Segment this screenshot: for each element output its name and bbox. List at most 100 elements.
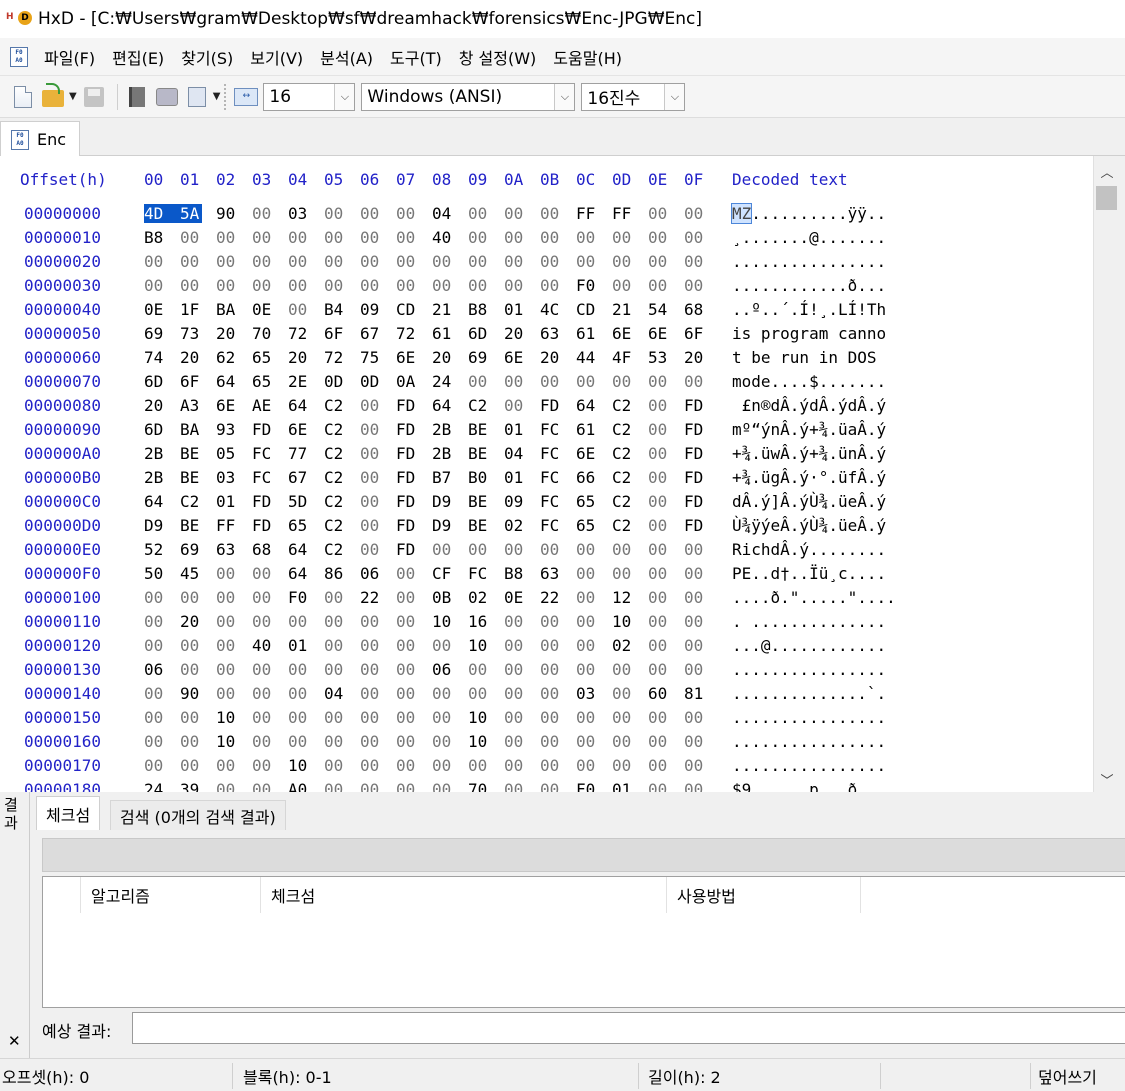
hex-byte[interactable]: 22 xyxy=(540,588,562,607)
decoded-text[interactable]: +¾.ügÂ.ý·°.üfÂ.ý xyxy=(732,468,886,487)
hex-byte[interactable]: 00 xyxy=(288,252,310,271)
hex-byte[interactable]: 00 xyxy=(504,660,526,679)
hex-byte[interactable]: 20 xyxy=(504,324,526,343)
hex-byte[interactable]: 00 xyxy=(684,708,706,727)
hex-byte[interactable]: 00 xyxy=(612,684,634,703)
hex-byte[interactable]: 64 xyxy=(144,492,166,511)
column-header-algorithm[interactable]: 알고리즘 xyxy=(81,877,261,913)
hex-byte[interactable]: B8 xyxy=(144,228,166,247)
hex-byte[interactable]: BE xyxy=(468,420,490,439)
hex-byte[interactable]: 00 xyxy=(252,564,274,583)
hex-byte[interactable]: 64 xyxy=(288,540,310,559)
hex-byte[interactable]: 00 xyxy=(360,756,382,775)
decoded-text[interactable]: ................ xyxy=(732,756,886,775)
hex-byte[interactable]: 00 xyxy=(144,756,166,775)
hex-byte[interactable]: 20 xyxy=(216,324,238,343)
hex-byte[interactable]: 10 xyxy=(216,732,238,751)
menu-view[interactable]: 보기(V) xyxy=(242,45,312,69)
hex-byte[interactable]: 00 xyxy=(144,588,166,607)
hex-byte[interactable]: BE xyxy=(180,468,202,487)
hex-byte[interactable]: 00 xyxy=(540,708,562,727)
hex-byte[interactable]: 65 xyxy=(288,516,310,535)
hex-byte[interactable]: 00 xyxy=(252,756,274,775)
hex-byte[interactable]: 06 xyxy=(144,660,166,679)
hex-byte[interactable]: 00 xyxy=(324,636,346,655)
hex-byte[interactable]: 81 xyxy=(684,684,706,703)
decoded-text[interactable]: mode....$....... xyxy=(732,372,886,391)
hex-byte[interactable]: 00 xyxy=(144,732,166,751)
hex-byte[interactable]: 86 xyxy=(324,564,346,583)
hex-byte[interactable]: 00 xyxy=(216,660,238,679)
hex-byte[interactable]: 00 xyxy=(540,660,562,679)
tab-checksum[interactable]: 체크섬 xyxy=(36,796,101,830)
hex-byte[interactable]: 00 xyxy=(288,300,310,319)
hex-byte[interactable]: 00 xyxy=(360,492,382,511)
hex-byte[interactable]: C2 xyxy=(324,492,346,511)
hex-byte[interactable]: 00 xyxy=(396,276,418,295)
hex-byte[interactable]: FD xyxy=(684,516,706,535)
hex-byte[interactable]: 2E xyxy=(288,372,310,391)
hex-byte[interactable]: C2 xyxy=(180,492,202,511)
hex-byte[interactable]: 00 xyxy=(216,780,238,792)
decoded-text[interactable]: t be run in DOS xyxy=(732,348,886,367)
hex-byte[interactable]: 00 xyxy=(540,204,562,223)
decoded-text[interactable]: ....ð.".....".... xyxy=(732,588,896,607)
hex-byte[interactable]: 2B xyxy=(144,468,166,487)
hex-byte[interactable]: AE xyxy=(252,396,274,415)
hex-byte[interactable]: 00 xyxy=(432,636,454,655)
hex-byte[interactable]: 00 xyxy=(216,252,238,271)
hex-byte[interactable]: 00 xyxy=(432,732,454,751)
hex-byte[interactable]: 20 xyxy=(540,348,562,367)
hex-byte[interactable]: 10 xyxy=(432,612,454,631)
hex-byte[interactable]: 00 xyxy=(252,588,274,607)
hex-byte[interactable]: FD xyxy=(684,420,706,439)
hex-byte[interactable]: 00 xyxy=(252,252,274,271)
hex-byte[interactable]: 04 xyxy=(432,204,454,223)
hex-byte[interactable]: 4D xyxy=(144,204,180,223)
decoded-text[interactable]: Ù¾ÿýeÂ.ýÙ¾.üeÂ.ý xyxy=(732,516,886,535)
hex-byte[interactable]: 00 xyxy=(504,396,526,415)
decoded-text[interactable]: ................ xyxy=(732,660,886,679)
hex-byte[interactable]: 64 xyxy=(432,396,454,415)
hex-byte[interactable]: 00 xyxy=(144,636,166,655)
hex-byte[interactable]: A0 xyxy=(288,780,310,792)
hex-byte[interactable]: 00 xyxy=(180,252,202,271)
hex-byte[interactable]: 10 xyxy=(612,612,634,631)
hex-byte[interactable]: 00 xyxy=(216,228,238,247)
hex-byte[interactable]: 00 xyxy=(360,204,382,223)
hex-byte[interactable]: 62 xyxy=(216,348,238,367)
hex-byte[interactable]: 77 xyxy=(288,444,310,463)
document-system-menu-icon[interactable]: F0 A0 xyxy=(10,46,28,67)
scroll-down-icon[interactable]: ﹀ xyxy=(1094,768,1120,790)
hex-byte[interactable]: 24 xyxy=(144,780,166,792)
hex-byte[interactable]: FC xyxy=(540,468,562,487)
hex-byte[interactable]: B4 xyxy=(324,300,346,319)
hex-byte[interactable]: 00 xyxy=(540,276,562,295)
hex-byte[interactable]: B8 xyxy=(504,564,526,583)
hex-byte[interactable]: 00 xyxy=(144,252,166,271)
hex-byte[interactable]: 00 xyxy=(144,684,166,703)
decoded-text[interactable]: mº“ýnÂ.ý+¾.üaÂ.ý xyxy=(732,420,886,439)
hex-byte[interactable]: 00 xyxy=(324,780,346,792)
hex-byte[interactable]: 63 xyxy=(216,540,238,559)
hex-byte[interactable]: FD xyxy=(252,492,274,511)
hex-byte[interactable]: 00 xyxy=(684,228,706,247)
hex-byte[interactable]: 04 xyxy=(504,444,526,463)
hex-byte[interactable]: 00 xyxy=(288,660,310,679)
hex-byte[interactable]: 00 xyxy=(216,276,238,295)
hex-byte[interactable]: 5D xyxy=(288,492,310,511)
hex-byte[interactable]: 00 xyxy=(612,540,634,559)
hex-byte[interactable]: 00 xyxy=(180,732,202,751)
hex-byte[interactable]: 00 xyxy=(360,516,382,535)
hex-byte[interactable]: FC xyxy=(540,516,562,535)
hex-byte[interactable]: 00 xyxy=(180,228,202,247)
hex-byte[interactable]: 00 xyxy=(684,756,706,775)
hex-byte[interactable]: FF xyxy=(216,516,238,535)
hex-byte[interactable]: 00 xyxy=(180,588,202,607)
hex-byte[interactable]: 01 xyxy=(504,468,526,487)
hex-byte[interactable]: 00 xyxy=(324,612,346,631)
hex-byte[interactable]: FF xyxy=(576,204,598,223)
hex-byte[interactable]: 02 xyxy=(504,516,526,535)
hex-byte[interactable]: 00 xyxy=(684,204,706,223)
hex-byte[interactable]: 00 xyxy=(216,684,238,703)
